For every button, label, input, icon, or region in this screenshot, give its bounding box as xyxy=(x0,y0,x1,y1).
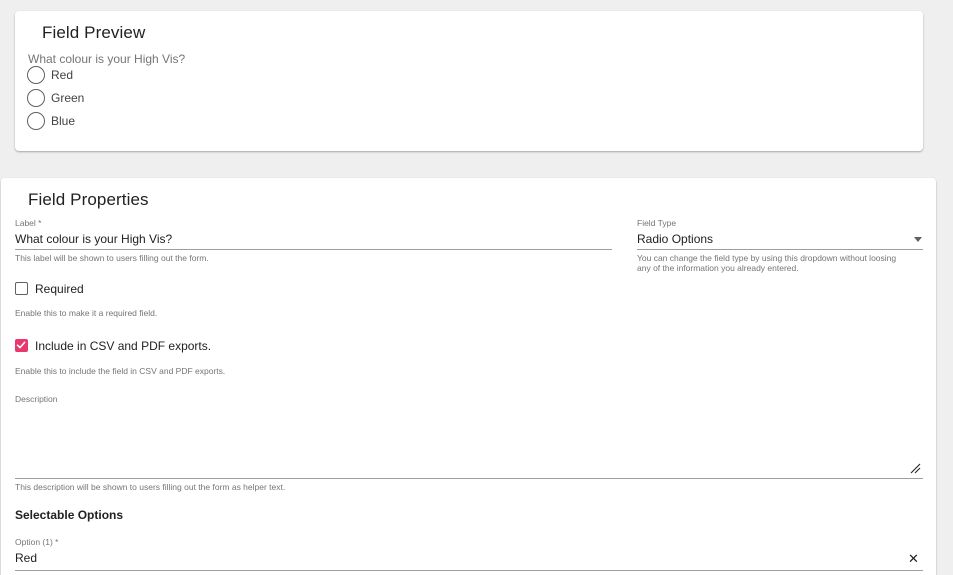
label-field-input[interactable]: What colour is your High Vis? xyxy=(15,232,172,246)
field-type-value[interactable]: Radio Options xyxy=(637,232,713,246)
preview-radio-option-blue[interactable]: Blue xyxy=(27,111,75,131)
option-1-input[interactable]: Red xyxy=(15,551,37,565)
field-type-label: Field Type xyxy=(637,218,677,228)
radio-button-icon[interactable] xyxy=(27,66,45,84)
description-label: Description xyxy=(15,394,58,404)
include-exports-label: Include in CSV and PDF exports. xyxy=(35,339,212,353)
option-1-label: Option (1) * xyxy=(15,537,59,547)
radio-option-label: Red xyxy=(51,68,74,82)
required-label: Required xyxy=(35,282,84,296)
field-preview-title: Field Preview xyxy=(42,23,146,42)
include-exports-checkbox[interactable] xyxy=(15,339,28,352)
selectable-options-heading: Selectable Options xyxy=(15,508,124,522)
radio-button-icon[interactable] xyxy=(27,89,45,107)
required-checkbox[interactable] xyxy=(15,282,28,295)
resize-handle-icon[interactable] xyxy=(910,463,921,474)
required-helper: Enable this to make it a required field. xyxy=(15,308,158,318)
field-type-underline xyxy=(637,249,923,250)
radio-button-icon[interactable] xyxy=(27,112,45,130)
field-type-helper-line2: any of the information you already enter… xyxy=(637,262,799,273)
chevron-down-icon[interactable] xyxy=(914,237,922,242)
radio-option-label: Blue xyxy=(51,114,76,128)
radio-option-label: Green xyxy=(51,91,85,105)
field-properties-card: Field Properties Label * What colour is … xyxy=(1,178,936,575)
label-field-underline xyxy=(15,249,612,250)
field-properties-title: Field Properties xyxy=(28,190,149,209)
preview-radio-option-red[interactable]: Red xyxy=(27,65,73,85)
check-icon xyxy=(16,341,26,349)
include-exports-helper: Enable this to include the field in CSV … xyxy=(15,366,226,376)
preview-question-label: What colour is your High Vis? xyxy=(28,52,186,66)
label-field-helper: This label will be shown to users fillin… xyxy=(15,253,209,263)
description-helper: This description will be shown to users … xyxy=(15,482,286,492)
close-icon[interactable]: ✕ xyxy=(908,552,919,565)
description-underline xyxy=(15,478,923,479)
option-1-underline xyxy=(15,570,923,571)
preview-radio-option-green[interactable]: Green xyxy=(27,88,84,108)
field-preview-card: Field Preview What colour is your High V… xyxy=(15,11,923,151)
label-field-label: Label * xyxy=(15,218,42,228)
